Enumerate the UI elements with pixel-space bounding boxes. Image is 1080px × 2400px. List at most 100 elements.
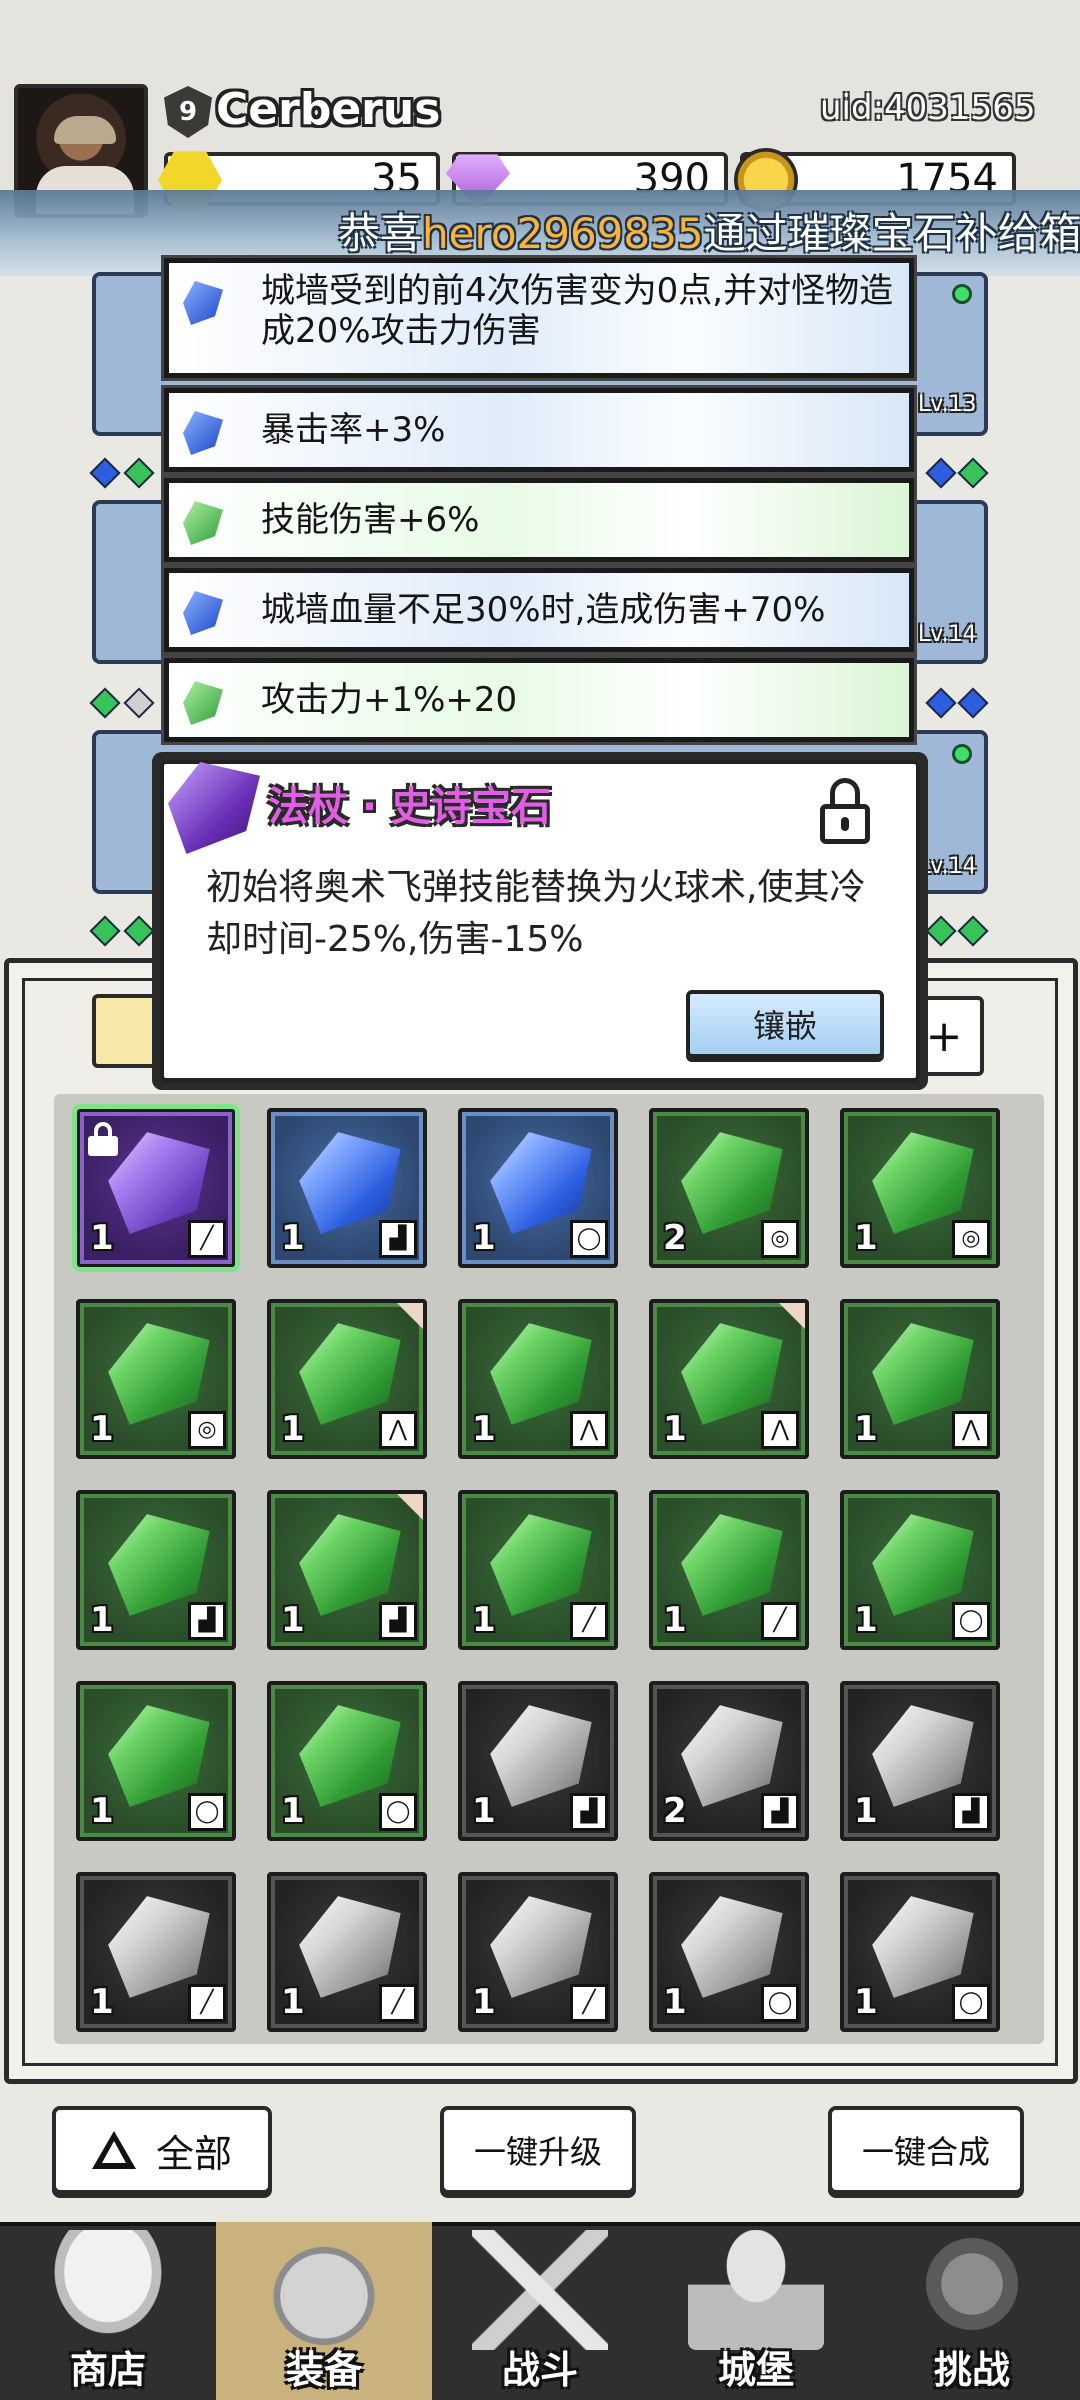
new-marker [397,1494,423,1520]
gem-cell[interactable]: 1 ⋀ [267,1299,427,1459]
green-gem-icon [183,501,223,545]
armor-slot-icon: ⋀ [952,1411,990,1449]
gem-count: 1 [854,1982,878,2022]
socket-gem-icon [925,457,957,489]
nav-shop[interactable]: 商店 [0,2222,216,2400]
swords-icon [472,2230,608,2350]
effect-row: 城墙血量不足30%时,造成伤害+70% [164,568,914,652]
staff-slot-icon: ╱ [188,1984,226,2022]
socket-gem-icon [957,457,989,489]
staff-slot-icon: ╱ [379,1984,417,2022]
gem-count: 1 [854,1218,878,1258]
gem-cell[interactable]: 1 ▟ [840,1681,1000,1841]
announcement-text: 恭喜hero2969835通过璀璨宝石补给箱 [338,200,1080,261]
filter-all-button[interactable]: 全部 [52,2106,272,2194]
gem-cell[interactable]: 1 ◯ [76,1681,236,1841]
socket-gem-icon [89,457,121,489]
ring-slot-icon: ◯ [188,1793,226,1831]
boots-slot-icon: ▟ [570,1793,608,1831]
gem-cell[interactable]: 1 ╱ [458,1872,618,2032]
socket-gem-icon [123,457,155,489]
level-badge: 9 [164,86,212,138]
effect-text: 攻击力+1%+20 [261,680,518,720]
boots-slot-icon: ▟ [952,1793,990,1831]
gem-cell[interactable]: 1 ▟ [458,1681,618,1841]
gem-cell[interactable]: 1 ◯ [840,1490,1000,1650]
gem-count: 1 [281,1600,305,1640]
blue-gem-icon [183,591,223,635]
gem-count: 1 [90,1409,114,1449]
gem-cell[interactable]: 1 ⋀ [649,1299,809,1459]
staff-slot-icon: ╱ [570,1984,608,2022]
amulet-slot-icon: ◎ [761,1220,799,1258]
gem-count: 1 [663,1600,687,1640]
armor-slot-icon: ⋀ [379,1411,417,1449]
gem-count: 1 [281,1982,305,2022]
shop-icon [40,2230,176,2350]
gem-count: 1 [90,1218,114,1258]
gem-cell[interactable]: 1 ▟ [267,1490,427,1650]
gem-cell[interactable]: 1 ╱ [458,1490,618,1650]
green-gem-icon [183,681,223,725]
socket-gem-icon [123,915,155,947]
gem-count: 2 [663,1218,687,1258]
status-dot [952,744,972,764]
nav-challenge[interactable]: 挑战 [864,2222,1080,2400]
gem-count: 1 [854,1791,878,1831]
socket-gem-icon [957,915,989,947]
gem-cell[interactable]: 1 ▟ [76,1490,236,1650]
gem-cell[interactable]: 1 ◎ [840,1108,1000,1268]
gem-description: 初始将奥术飞弹技能替换为火球术,使其冷却时间-25%,伤害-15% [206,867,866,960]
staff-slot-icon: ╱ [570,1602,608,1640]
gem-cell[interactable]: 1 ◯ [840,1872,1000,2032]
nav-equipment[interactable]: 装备 [216,2222,432,2400]
socket-gem-icon [123,687,155,719]
socket-gem-icon [89,915,121,947]
gem-title: 法杖 · 史诗宝石 [268,784,552,830]
player-name: Cerberus [216,84,441,135]
nav-label: 商店 [69,2348,146,2392]
socket-gem-icon [957,687,989,719]
announcement-suffix: 通过璀璨宝石补给箱 [703,209,1080,258]
level-number: 9 [178,97,198,127]
castle-icon [688,2230,824,2350]
upgrade-all-button[interactable]: 一键升级 [440,2106,636,2194]
challenge-icon [904,2230,1040,2350]
gem-cell[interactable]: 1 ⋀ [840,1299,1000,1459]
new-marker [779,1303,805,1329]
inlay-button[interactable]: 镶嵌 [686,990,884,1058]
lock-icon [88,1122,118,1156]
effect-row: 攻击力+1%+20 [164,658,914,742]
nav-castle[interactable]: 城堡 [648,2222,864,2400]
equipment-level: Lv.13 [918,392,977,417]
gem-cell[interactable]: 1 ╱ [76,1872,236,2032]
effect-row: 暴击率+3% [164,388,914,472]
gem-cell[interactable]: 1 ◎ [76,1299,236,1459]
armor-slot-icon: ⋀ [570,1411,608,1449]
status-dot [952,284,972,304]
effect-text: 城墙受到的前4次伤害变为0点,并对怪物造成20%攻击力伤害 [261,271,894,351]
boots-slot-icon: ▟ [379,1220,417,1258]
armor-slot-icon: ⋀ [761,1411,799,1449]
gem-count: 1 [90,1982,114,2022]
gem-count: 2 [663,1791,687,1831]
gem-cell[interactable]: 1 ◯ [458,1108,618,1268]
gem-cell[interactable]: 1 ╱ [649,1490,809,1650]
ring-slot-icon: ◯ [952,1602,990,1640]
gem-cell[interactable]: 1 ╱ [72,1104,240,1272]
gem-cell[interactable]: 1 ⋀ [458,1299,618,1459]
lock-icon[interactable] [820,778,870,844]
ring-slot-icon: ◯ [952,1984,990,2022]
new-marker [397,1303,423,1329]
gem-cell[interactable]: 1 ◯ [267,1681,427,1841]
gem-count: 1 [854,1600,878,1640]
merge-all-button[interactable]: 一键合成 [828,2106,1024,2194]
nav-battle[interactable]: 战斗 [432,2222,648,2400]
filter-all-label: 全部 [155,2131,232,2176]
gem-cell[interactable]: 1 ▟ [267,1108,427,1268]
gem-cell[interactable]: 1 ╱ [267,1872,427,2032]
gem-cell[interactable]: 1 ◯ [649,1872,809,2032]
gem-cell[interactable]: 2 ▟ [649,1681,809,1841]
nav-label: 挑战 [933,2348,1010,2392]
gem-cell[interactable]: 2 ◎ [649,1108,809,1268]
